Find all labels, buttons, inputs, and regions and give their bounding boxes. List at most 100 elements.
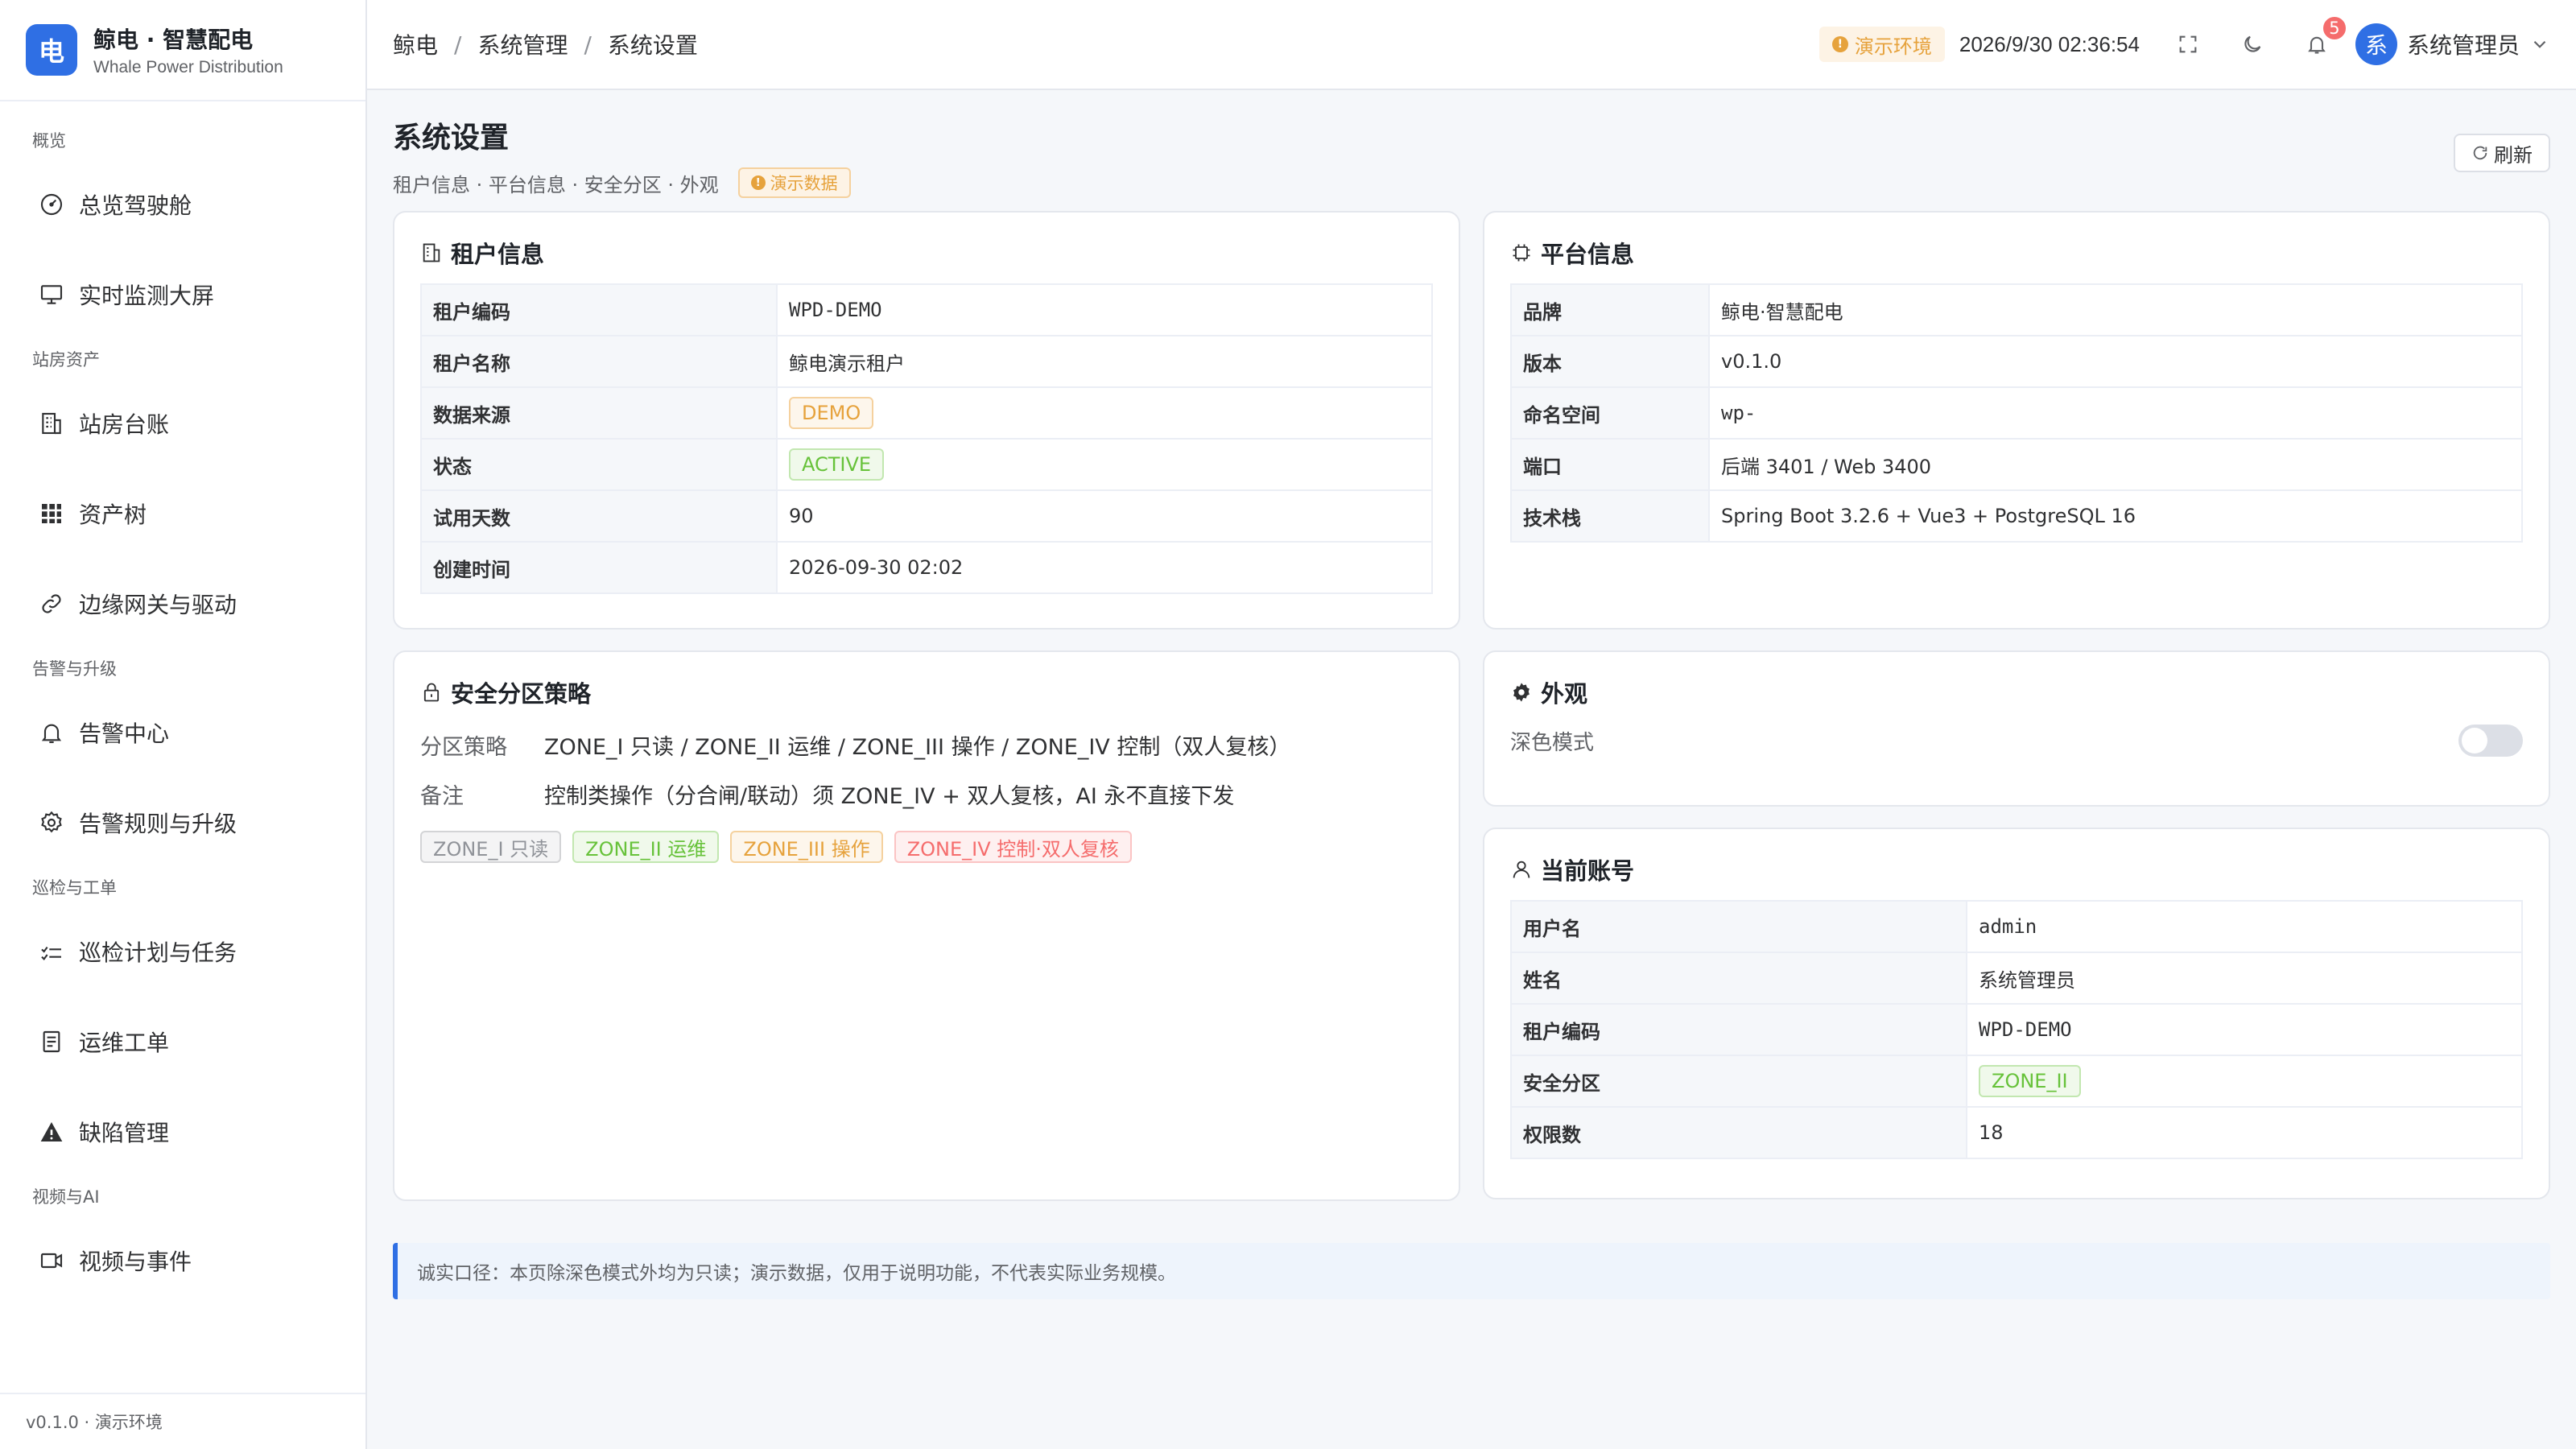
lock-icon — [423, 683, 440, 702]
clock: 2026/9/30 02:36:54 — [1959, 31, 2140, 56]
page-header: 系统设置 租户信息 · 平台信息 · 安全分区 · 外观 ! 演示数据 刷新 — [393, 114, 2550, 198]
building-icon — [423, 243, 440, 262]
theme-toggle-button[interactable] — [2236, 28, 2268, 60]
field-value: Spring Boot 3.2.6 + Vue3 + PostgreSQL 16 — [1708, 489, 2523, 543]
field-label: 租户名称 — [420, 335, 778, 388]
table-row: 技术栈 Spring Boot 3.2.6 + Vue3 + PostgreSQL… — [1510, 489, 2523, 543]
platform-info-card: 平台信息 品牌 鲸电·智慧配电 版本 v0.1.0 命名空间 wp- 端口 后端 340… — [1483, 211, 2550, 630]
field-value: WPD-DEMO — [1966, 1003, 2523, 1056]
breadcrumb-item[interactable]: 系统管理 — [477, 28, 568, 60]
card-title: 安全分区策略 — [451, 680, 592, 708]
field-value: 18 — [1966, 1106, 2523, 1159]
breadcrumb-separator: / — [454, 31, 462, 58]
field-label: 租户编码 — [1510, 1003, 1967, 1056]
zone-tags: ZONE_I 只读 ZONE_II 运维 ZONE_III 操作 ZONE_IV… — [420, 831, 1433, 863]
fullscreen-button[interactable] — [2172, 28, 2204, 60]
warning-icon — [39, 1119, 64, 1145]
field-label: 租户编码 — [420, 283, 778, 336]
tenant-info-table: 租户编码 WPD-DEMO 租户名称 鲸电演示租户 数据来源 DEMO 状态 ACTIV… — [420, 283, 1433, 594]
tenant-info-card: 租户信息 租户编码 WPD-DEMO 租户名称 鲸电演示租户 数据来源 DEMO 状态… — [393, 211, 1460, 630]
field-value: admin — [1966, 900, 2523, 953]
user-icon — [1513, 861, 1530, 878]
field-value: 90 — [776, 489, 1433, 543]
refresh-label: 刷新 — [2494, 143, 2533, 167]
sidebar-item-dashboard[interactable]: 总览驾驶舱 — [0, 159, 365, 250]
table-row: 试用天数 90 — [420, 489, 1433, 543]
table-row: 状态 ACTIVE — [420, 438, 1433, 491]
sidebar-item-label: 告警规则与升级 — [79, 811, 237, 837]
toggle-knob — [2462, 728, 2487, 753]
demo-data-label: 演示数据 — [770, 174, 838, 193]
policy-label: 分区策略 — [420, 735, 507, 760]
field-label: 版本 — [1510, 335, 1710, 388]
sidebar-item-label: 告警中心 — [79, 720, 170, 747]
brand-name: 鲸电 · 智慧配电 — [93, 27, 254, 53]
refresh-button[interactable]: 刷新 — [2454, 134, 2550, 172]
card-title: 外观 — [1541, 680, 1588, 708]
field-value: WPD-DEMO — [776, 283, 1433, 336]
document-icon — [39, 1029, 64, 1055]
fullscreen-icon — [2179, 35, 2197, 53]
notifications-button[interactable]: 5 — [2301, 15, 2347, 60]
nav-group-video-ai: 视频与AI — [32, 1187, 100, 1207]
notice-bar: 诚实口径：本页除深色模式外均为只读；演示数据，仅用于说明功能，不代表实际业务规模… — [393, 1243, 2550, 1299]
sidebar: 电 鲸电 · 智慧配电 Whale Power Distribution 概览 … — [0, 0, 367, 1449]
nav-group-inspection: 巡检与工单 — [32, 878, 117, 898]
table-row: 安全分区 ZONE_II — [1510, 1055, 2523, 1108]
sidebar-item-asset-tree[interactable]: 资产树 — [0, 469, 365, 559]
sidebar-item-defects[interactable]: 缺陷管理 — [0, 1087, 365, 1177]
status-badge: ACTIVE — [789, 448, 885, 481]
table-row: 端口 后端 3401 / Web 3400 — [1510, 438, 2523, 491]
appearance-card: 外观 深色模式 — [1483, 650, 2550, 807]
page-title: 系统设置 — [393, 122, 510, 155]
table-row: 品牌 鲸电·智慧配电 — [1510, 283, 2523, 336]
field-label: 姓名 — [1510, 952, 1967, 1005]
demo-data-badge: ! 演示数据 — [737, 167, 851, 198]
platform-info-table: 品牌 鲸电·智慧配电 版本 v0.1.0 命名空间 wp- 端口 后端 3401 / W… — [1510, 283, 2523, 543]
grid-icon — [39, 501, 64, 526]
gear-icon — [39, 810, 64, 836]
camera-icon — [39, 1248, 64, 1274]
sidebar-item-monitor-screen[interactable]: 实时监测大屏 — [0, 250, 365, 340]
sidebar-item-label: 边缘网关与驱动 — [79, 592, 237, 618]
card-title: 平台信息 — [1541, 241, 1635, 268]
field-value: 系统管理员 — [1966, 952, 2523, 1005]
table-row: 租户编码 WPD-DEMO — [420, 283, 1433, 336]
zone-tag: ZONE_IV 控制·双人复核 — [894, 831, 1132, 863]
checklist-icon — [39, 939, 64, 964]
environment-label: 演示环境 — [1854, 35, 1932, 58]
field-label: 权限数 — [1510, 1106, 1967, 1159]
user-name: 系统管理员 — [2406, 32, 2520, 59]
policy-value: ZONE_I 只读 / ZONE_II 运维 / ZONE_III 操作 / Z… — [544, 735, 1291, 760]
sidebar-item-edge-gateway[interactable]: 边缘网关与驱动 — [0, 559, 365, 649]
sidebar-item-alarm-center[interactable]: 告警中心 — [0, 687, 365, 778]
user-menu[interactable]: 系 系统管理员 — [2355, 23, 2550, 65]
sidebar-item-work-orders[interactable]: 运维工单 — [0, 997, 365, 1087]
table-row: 数据来源 DEMO — [420, 386, 1433, 440]
brand[interactable]: 电 鲸电 · 智慧配电 Whale Power Distribution — [0, 0, 365, 101]
field-label: 安全分区 — [1510, 1055, 1967, 1108]
field-value: 鲸电·智慧配电 — [1708, 283, 2523, 336]
field-label: 技术栈 — [1510, 489, 1710, 543]
table-row: 姓名 系统管理员 — [1510, 952, 2523, 1005]
sidebar-item-label: 巡检计划与任务 — [79, 939, 237, 966]
sidebar-item-alarm-rules[interactable]: 告警规则与升级 — [0, 778, 365, 868]
nav-group-assets: 站房资产 — [32, 350, 100, 369]
sidebar-item-station-ledger[interactable]: 站房台账 — [0, 378, 365, 469]
breadcrumb-item[interactable]: 鲸电 — [393, 28, 438, 60]
card-title: 当前账号 — [1541, 857, 1635, 885]
field-value: 鲸电演示租户 — [776, 335, 1433, 388]
field-label: 命名空间 — [1510, 386, 1710, 440]
sidebar-item-label: 视频与事件 — [79, 1249, 192, 1275]
building-icon — [39, 411, 64, 436]
sidebar-item-inspection-plan[interactable]: 巡检计划与任务 — [0, 906, 365, 997]
dark-mode-toggle[interactable] — [2458, 724, 2523, 757]
field-label: 试用天数 — [420, 489, 778, 543]
sidebar-item-video-events[interactable]: 视频与事件 — [0, 1216, 365, 1306]
info-icon: ! — [750, 175, 766, 190]
table-row: 租户编码 WPD-DEMO — [1510, 1003, 2523, 1056]
environment-badge: ! 演示环境 — [1818, 27, 1945, 62]
chip-icon — [1513, 244, 1530, 262]
security-zone-tag: ZONE_II — [1979, 1065, 2081, 1097]
table-row: 命名空间 wp- — [1510, 386, 2523, 440]
